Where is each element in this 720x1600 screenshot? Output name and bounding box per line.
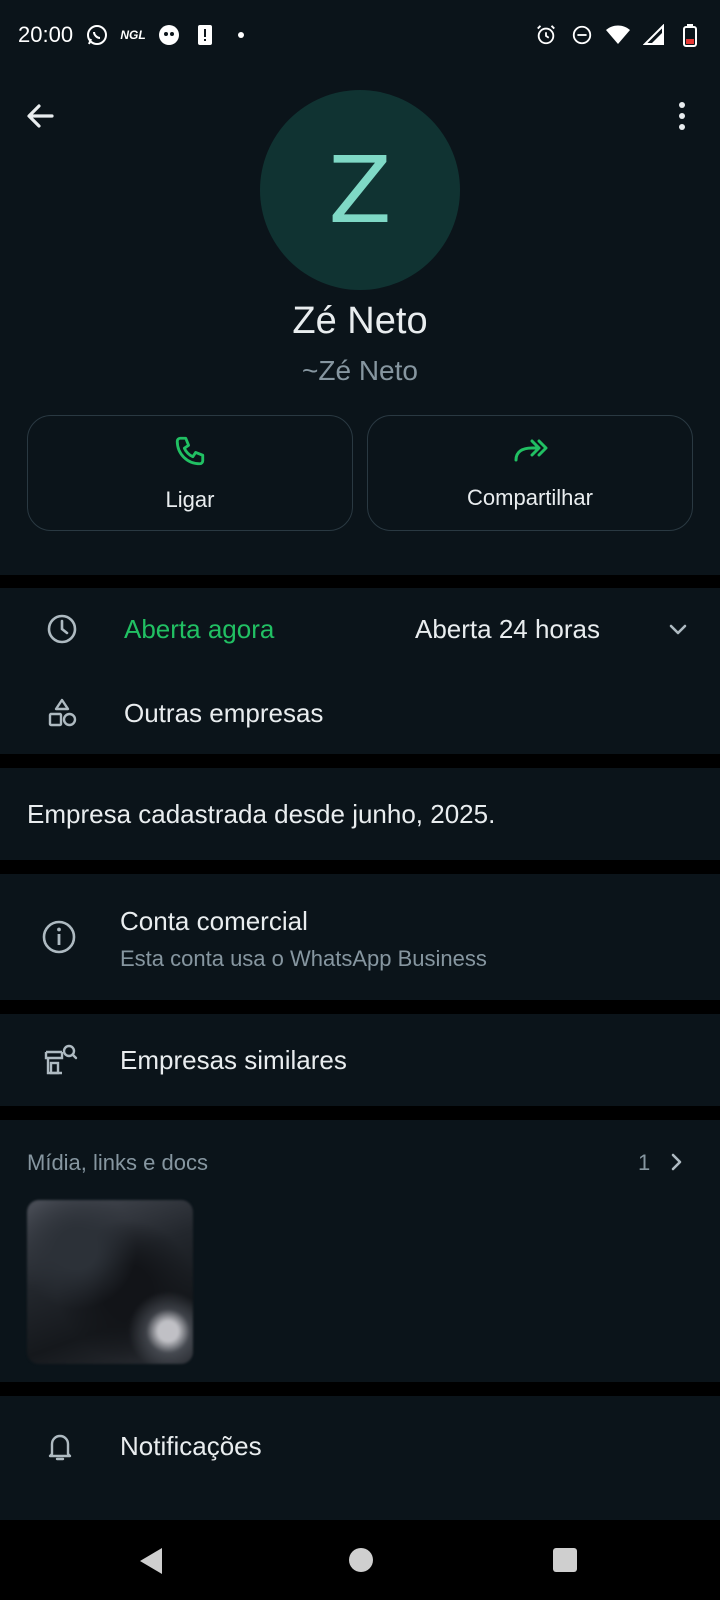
business-open-status: Aberta agora — [124, 613, 275, 644]
forward-icon — [512, 436, 548, 471]
contact-name: Zé Neto — [292, 300, 428, 342]
registered-since-text: Empresa cadastrada desde junho, 2025. — [27, 798, 496, 829]
app-icon — [157, 23, 181, 47]
call-button-label: Ligar — [165, 486, 215, 512]
business-hours-text: Aberta 24 horas — [415, 613, 601, 644]
media-count[interactable]: 1 — [638, 1150, 650, 1176]
battery-icon — [678, 23, 702, 47]
status-bar-right — [534, 23, 702, 47]
alarm-icon — [534, 23, 558, 47]
back-arrow-icon[interactable] — [22, 98, 58, 134]
whatsapp-icon — [85, 23, 109, 47]
call-button[interactable]: Ligar — [27, 415, 353, 531]
business-account-section: Conta comercial Esta conta usa o WhatsAp… — [0, 874, 720, 1000]
contact-push-name: ~Zé Neto — [302, 355, 418, 386]
nav-recents-icon[interactable] — [553, 1548, 577, 1572]
wifi-icon — [606, 23, 630, 47]
share-button[interactable]: Compartilhar — [367, 415, 693, 531]
business-hours-row[interactable]: Aberta agora Aberta 24 horas — [0, 598, 720, 660]
phone-icon — [173, 434, 207, 473]
more-options-icon[interactable] — [664, 98, 700, 134]
notifications-section: Notificações — [0, 1396, 720, 1520]
status-bar: 20:00 NGL — [0, 0, 720, 70]
store-search-icon — [42, 1042, 78, 1078]
notifications-row[interactable]: Notificações — [0, 1396, 720, 1496]
similar-businesses-label: Empresas similares — [120, 1044, 347, 1075]
share-button-label: Compartilhar — [467, 484, 593, 510]
profile-header: Z Zé Neto ~Zé Neto Ligar Compartilhar — [0, 70, 720, 575]
nav-home-icon[interactable] — [349, 1548, 373, 1572]
status-bar-left: 20:00 NGL — [18, 22, 253, 48]
chevron-right-icon[interactable] — [664, 1150, 688, 1174]
signal-icon — [642, 23, 666, 47]
notifications-label: Notificações — [120, 1430, 262, 1461]
chevron-down-icon[interactable] — [666, 617, 690, 641]
avatar[interactable]: Z — [260, 90, 460, 290]
bell-icon — [42, 1428, 78, 1464]
dot-icon — [229, 23, 253, 47]
clock-icon — [44, 611, 80, 647]
avatar-letter: Z — [328, 136, 392, 244]
business-account-row[interactable]: Conta comercial Esta conta usa o WhatsAp… — [0, 874, 720, 1000]
media-section: Mídia, links e docs 1 — [0, 1120, 720, 1382]
alert-icon — [193, 23, 217, 47]
ngl-icon: NGL — [120, 28, 146, 42]
info-icon — [41, 919, 77, 955]
dnd-icon — [570, 23, 594, 47]
registered-since-row: Empresa cadastrada desde junho, 2025. — [0, 768, 720, 860]
nav-back-icon[interactable] — [140, 1548, 162, 1574]
other-businesses-label: Outras empresas — [124, 697, 324, 728]
shapes-icon — [44, 695, 80, 731]
system-nav-bar — [0, 1520, 720, 1600]
media-thumbnail[interactable] — [27, 1200, 193, 1364]
business-info-section: Aberta agora Aberta 24 horas Outras empr… — [0, 588, 720, 754]
business-account-subtitle: Esta conta usa o WhatsApp Business — [120, 946, 487, 971]
similar-businesses-section: Empresas similares — [0, 1014, 720, 1106]
business-account-title: Conta comercial — [120, 906, 308, 936]
status-time: 20:00 — [18, 22, 74, 47]
media-title[interactable]: Mídia, links e docs — [27, 1150, 208, 1176]
other-businesses-row[interactable]: Outras empresas — [0, 682, 720, 744]
similar-businesses-row[interactable]: Empresas similares — [0, 1014, 720, 1106]
registered-since-section: Empresa cadastrada desde junho, 2025. — [0, 768, 720, 860]
